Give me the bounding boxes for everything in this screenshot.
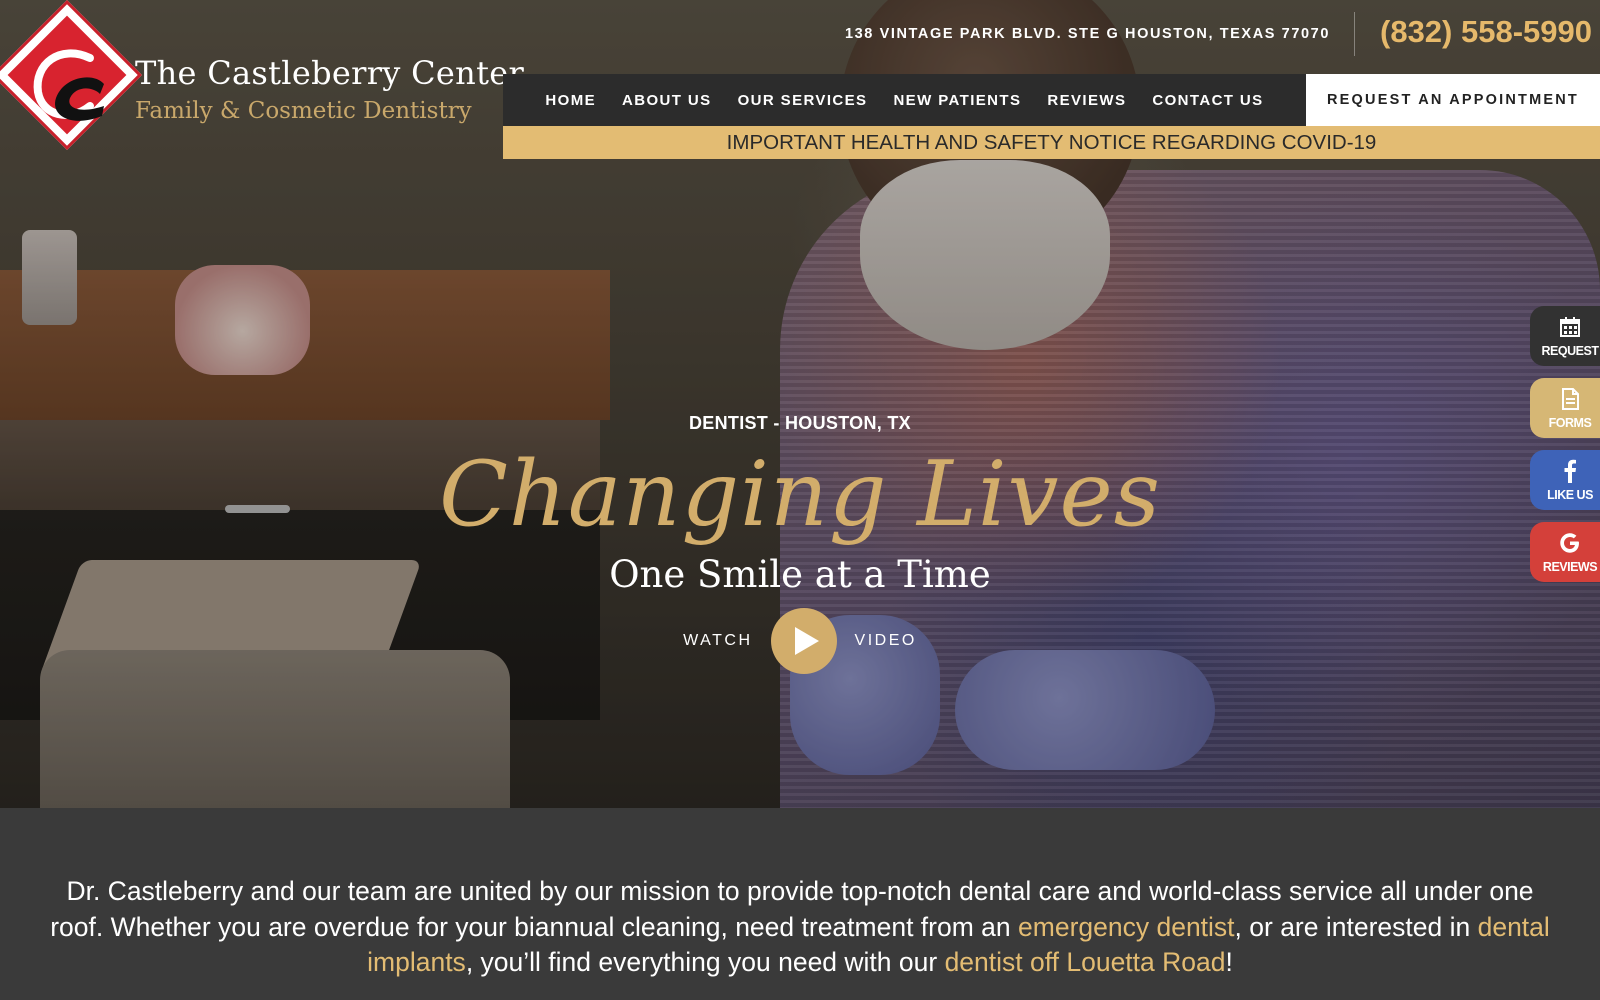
contact-divider: [1354, 12, 1355, 56]
covid-notice-link[interactable]: IMPORTANT HEALTH AND SAFETY NOTICE REGAR…: [503, 126, 1600, 159]
intro-paragraph: Dr. Castleberry and our team are united …: [40, 874, 1560, 981]
intro-text-3: , you’ll find everything you need with o…: [465, 947, 945, 977]
logo-cc-monogram-icon: [33, 49, 104, 121]
intro-text-2: , or are interested in: [1234, 911, 1478, 942]
hero-subhead: One Smile at a Time: [609, 553, 991, 596]
hero-eyebrow: DENTIST - HOUSTON, TX: [689, 413, 911, 433]
dentist-louetta-road-link[interactable]: dentist off Louetta Road: [945, 947, 1226, 977]
play-video-button[interactable]: [770, 608, 837, 674]
side-tab-request[interactable]: REQUEST: [1530, 306, 1600, 366]
facebook-icon: [1564, 459, 1576, 483]
nav-home[interactable]: HOME: [545, 92, 596, 109]
logo-subtitle: Family & Cosmetic Dentistry: [135, 98, 472, 124]
address: 138 VINTAGE PARK BLVD. STE G HOUSTON, TE…: [844, 26, 1330, 42]
nav-our-services[interactable]: OUR SERVICES: [738, 92, 868, 109]
side-tab-label: LIKE US: [1547, 488, 1593, 502]
google-icon: [1560, 533, 1579, 553]
emergency-dentist-link[interactable]: emergency dentist: [1018, 912, 1235, 942]
play-icon: [794, 627, 819, 655]
watch-video: WATCH VIDEO: [0, 608, 1600, 674]
intro-text-4: !: [1225, 947, 1233, 977]
nav-new-patients[interactable]: NEW PATIENTS: [893, 92, 1021, 109]
document-icon: [1562, 388, 1579, 410]
nav-reviews[interactable]: REVIEWS: [1047, 92, 1126, 109]
request-appointment-button[interactable]: REQUEST AN APPOINTMENT: [1306, 74, 1600, 126]
side-tab-label: REVIEWS: [1542, 560, 1598, 574]
nav-about-us[interactable]: ABOUT US: [622, 92, 712, 109]
phone-link[interactable]: (832) 558-5990: [1380, 14, 1592, 50]
side-tab-label: REQUEST: [1541, 344, 1599, 358]
nav-contact-us[interactable]: CONTACT US: [1152, 92, 1263, 109]
site-logo[interactable]: The Castleberry Center Family & Cosmetic…: [0, 0, 524, 163]
hero-headline: Changing Lives: [439, 442, 1161, 547]
intro-section: Dr. Castleberry and our team are united …: [0, 808, 1600, 1000]
side-tab-label: FORMS: [1548, 416, 1592, 430]
logo-title: The Castleberry Center: [135, 54, 525, 92]
side-tab-forms[interactable]: FORMS: [1530, 378, 1600, 438]
video-label: VIDEO: [854, 632, 917, 649]
calendar-icon: [1560, 317, 1580, 337]
watch-label: WATCH: [683, 632, 753, 649]
side-tab-reviews[interactable]: REVIEWS: [1530, 522, 1600, 582]
side-tab-like-us[interactable]: LIKE US: [1530, 450, 1600, 510]
main-nav: HOME ABOUT US OUR SERVICES NEW PATIENTS …: [503, 74, 1306, 126]
